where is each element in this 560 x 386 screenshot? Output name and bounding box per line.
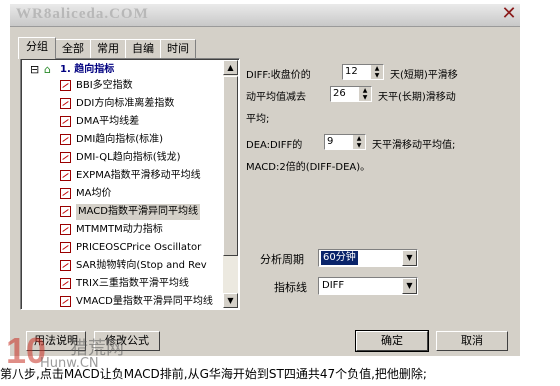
formula-icon [60, 224, 71, 235]
decrement-icon[interactable]: ▼ [358, 94, 371, 101]
period-value: 60分钟 [321, 251, 358, 265]
tree-item-label: DMA平均线差 [76, 116, 140, 127]
formula-icon [60, 80, 71, 91]
tree-item-label: DMI趋向指标(标准) [76, 134, 164, 145]
period-select[interactable]: 60分钟 ▼ [318, 249, 418, 267]
long-period-value: 26 [333, 88, 346, 99]
short-period-value: 12 [345, 66, 358, 77]
scroll-up-icon[interactable]: ▲ [223, 60, 238, 75]
diff-line3-label: 平均; [246, 114, 270, 125]
tree-scrollbar[interactable]: ▲ ▼ [223, 60, 238, 308]
tree-rows: ⊟ ⌂ 1. 趋向指标 BBI多空指数 DDI方向标准离差指数 DMA平均线差 … [22, 60, 222, 308]
chevron-down-icon[interactable]: ▼ [402, 250, 417, 266]
short-period-stepper[interactable]: 12 ▲ ▼ [342, 64, 384, 80]
caption-text: 第八步,点击MACD让负MACD排前,从G华海开始到ST四通共47个负值,把他删… [0, 367, 427, 381]
diff-label: DIFF:收盘价的 [246, 70, 311, 81]
period-label: 分析周期 [260, 253, 304, 266]
scroll-thumb[interactable] [223, 76, 238, 256]
title-bar: WR8aliceda.COM ✕ [10, 4, 520, 27]
macd-description: MACD:2倍的(DIFF-DEA)。 [246, 162, 371, 173]
dea-suffix: 天平滑移动平均值; [372, 140, 456, 151]
long-period-suffix: 天平(长期)滑移动 [378, 92, 456, 103]
tab-all[interactable]: 全部 [55, 39, 91, 58]
home-icon: ⌂ [44, 63, 51, 76]
tree-item[interactable]: MA均价 [22, 186, 222, 202]
decrement-icon[interactable]: ▼ [370, 72, 383, 79]
formula-icon [60, 242, 71, 253]
tree-item[interactable]: BBI多空指数 [22, 78, 222, 94]
tree-item-label: VMACD量指数平滑异同平均线 [76, 296, 213, 307]
tree-item[interactable]: DMI趋向指标(标准) [22, 132, 222, 148]
tree-item-label: BBI多空指数 [76, 80, 133, 91]
tab-custom[interactable]: 自编 [125, 39, 161, 58]
tree-item-label: SAR抛物转向(Stop and Rev [76, 260, 207, 271]
tree-item-label: DDI方向标准离差指数 [76, 98, 175, 109]
close-icon[interactable]: ✕ [500, 5, 518, 23]
tree-item-label: DMI-QL趋向指标(钱龙) [76, 152, 181, 163]
tree-item-label: MACD指数平滑异同平均线 [76, 204, 200, 220]
scroll-down-icon[interactable]: ▼ [223, 293, 238, 308]
formula-icon [60, 296, 71, 307]
formula-icon [60, 206, 71, 217]
tree-item[interactable]: DMA平均线差 [22, 114, 222, 130]
dea-label: DEA:DIFF的 [246, 140, 303, 151]
formula-icon [60, 116, 71, 127]
tab-common[interactable]: 常用 [90, 39, 126, 58]
increment-icon[interactable]: ▲ [370, 65, 383, 72]
tree-item[interactable]: SAR抛物转向(Stop and Rev [22, 258, 222, 274]
increment-icon[interactable]: ▲ [358, 87, 371, 94]
long-period-stepper[interactable]: 26 ▲ ▼ [330, 86, 372, 102]
formula-icon [60, 152, 71, 163]
tree-group-label: 1. 趋向指标 [60, 64, 115, 75]
tree-item-label: PRICEOSCPrice Oscillator [76, 242, 202, 253]
cancel-button[interactable]: 取消 [436, 331, 508, 351]
dea-period-stepper[interactable]: 9 ▲ ▼ [324, 134, 366, 150]
window-title: WR8aliceda.COM [16, 6, 149, 22]
tree-item-label: MA均价 [76, 188, 112, 199]
formula-icon [60, 188, 71, 199]
diff-line2-label: 动平均值减去 [246, 92, 306, 103]
tree-item[interactable]: EXPMA指数平滑移动平均线 [22, 168, 222, 184]
tree-item-label: MTMMTM动力指标 [76, 224, 163, 235]
ok-button[interactable]: 确定 [355, 330, 429, 352]
tree-item-selected[interactable]: MACD指数平滑异同平均线 [22, 204, 222, 220]
tree-item-label: TRIX三重指数平滑平均线 [76, 278, 189, 289]
formula-icon [60, 134, 71, 145]
tab-group[interactable]: 分组 [18, 37, 56, 59]
tree-item-label: EXPMA指数平滑移动平均线 [76, 170, 201, 181]
formula-icon [60, 278, 71, 289]
tree-item[interactable]: VMACD量指数平滑异同平均线 [22, 294, 222, 308]
indicator-line-label: 指标线 [274, 281, 307, 294]
indicator-tree[interactable]: ⊟ ⌂ 1. 趋向指标 BBI多空指数 DDI方向标准离差指数 DMA平均线差 … [20, 58, 240, 310]
collapse-icon[interactable]: ⊟ [30, 62, 39, 78]
chevron-down-icon[interactable]: ▼ [402, 278, 417, 294]
decrement-icon[interactable]: ▼ [352, 142, 365, 149]
tree-item[interactable]: PRICEOSCPrice Oscillator [22, 240, 222, 256]
formula-icon [60, 170, 71, 181]
tree-item[interactable]: DMI-QL趋向指标(钱龙) [22, 150, 222, 166]
parameter-panel: DIFF:收盘价的 12 ▲ ▼ 天(短期)平滑移 动平均值减去 26 ▲ ▼ 天平… [242, 58, 510, 238]
indicator-line-value: DIFF [322, 280, 345, 291]
tree-group-row[interactable]: ⊟ ⌂ 1. 趋向指标 [22, 62, 222, 78]
increment-icon[interactable]: ▲ [352, 135, 365, 142]
tree-item[interactable]: DDI方向标准离差指数 [22, 96, 222, 112]
short-period-suffix: 天(短期)平滑移 [390, 70, 458, 81]
tab-time[interactable]: 时间 [160, 39, 196, 58]
formula-icon [60, 98, 71, 109]
tree-item[interactable]: TRIX三重指数平滑平均线 [22, 276, 222, 292]
indicator-line-select[interactable]: DIFF ▼ [318, 277, 418, 295]
formula-icon [60, 260, 71, 271]
tree-item[interactable]: MTMMTM动力指标 [22, 222, 222, 238]
dea-period-value: 9 [327, 136, 334, 147]
